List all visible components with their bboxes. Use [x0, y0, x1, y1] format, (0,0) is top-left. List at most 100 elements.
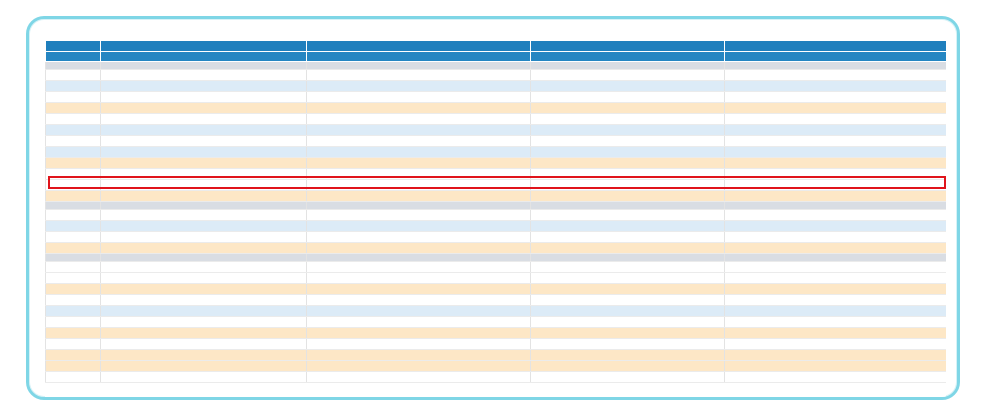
row-label — [724, 102, 946, 114]
table-row — [45, 231, 946, 243]
row-label — [724, 157, 946, 169]
value-restated-2 — [100, 253, 307, 262]
section-heading-row — [45, 209, 946, 221]
value-change-pct — [45, 305, 101, 317]
value-period-end — [530, 201, 725, 210]
value-restated-2 — [100, 124, 307, 136]
value-restated-1 — [306, 231, 531, 243]
table-row — [45, 305, 946, 317]
value-period-end — [530, 305, 725, 317]
value-period-end — [530, 135, 725, 147]
value-restated-2 — [100, 102, 307, 114]
value-change-pct — [45, 349, 101, 361]
value-restated-2 — [100, 349, 307, 361]
value-restated-2 — [100, 305, 307, 317]
value-restated-1 — [306, 316, 531, 328]
value-change-pct — [45, 261, 101, 273]
value-restated-2 — [100, 179, 307, 191]
value-restated-1 — [306, 80, 531, 92]
audit-status-pct-empty — [45, 51, 101, 62]
value-period-end — [530, 157, 725, 169]
audit-status-empty — [724, 51, 946, 62]
value-change-pct — [45, 124, 101, 136]
value-change-pct — [45, 91, 101, 103]
value-restated-1 — [306, 305, 531, 317]
table-row — [45, 316, 946, 328]
value-change-pct — [45, 146, 101, 158]
section-heading-row — [45, 69, 946, 81]
value-period-end — [530, 179, 725, 191]
value-change-pct — [45, 294, 101, 306]
value-restated-1 — [306, 242, 531, 254]
value-period-end — [530, 80, 725, 92]
value-restated-2 — [100, 371, 307, 383]
value-restated-2 — [100, 209, 307, 221]
value-restated-1 — [306, 261, 531, 273]
audit-status-period-end — [530, 51, 725, 62]
value-change-pct — [45, 209, 101, 221]
value-restated-1 — [306, 102, 531, 114]
table-row — [45, 371, 946, 383]
row-label — [724, 253, 946, 262]
value-restated-2 — [100, 272, 307, 284]
value-restated-1 — [306, 360, 531, 372]
value-restated-1 — [306, 253, 531, 262]
value-change-pct — [45, 360, 101, 372]
value-period-end — [530, 113, 725, 125]
value-restated-2 — [100, 91, 307, 103]
table-row — [45, 190, 946, 202]
value-restated-1 — [306, 190, 531, 202]
value-change-pct — [45, 102, 101, 114]
row-label — [724, 261, 946, 273]
value-change-pct — [45, 157, 101, 169]
value-restated-2 — [100, 327, 307, 339]
value-restated-1 — [306, 179, 531, 191]
row-label — [724, 305, 946, 317]
value-period-end — [530, 61, 725, 70]
value-restated-1 — [306, 201, 531, 210]
audit-status-row — [45, 51, 946, 62]
value-restated-2 — [100, 338, 307, 350]
value-restated-1 — [306, 220, 531, 232]
row-label — [724, 179, 946, 191]
table-row — [45, 283, 946, 295]
row-label — [724, 168, 946, 180]
section-heading-row — [45, 294, 946, 306]
value-restated-2 — [100, 190, 307, 202]
value-restated-2 — [100, 157, 307, 169]
statement-rows — [45, 61, 946, 383]
value-period-end — [530, 261, 725, 273]
value-restated-1 — [306, 371, 531, 383]
value-restated-1 — [306, 168, 531, 180]
value-restated-1 — [306, 113, 531, 125]
income-statement-table — [45, 40, 946, 383]
value-restated-1 — [306, 209, 531, 221]
value-change-pct — [45, 242, 101, 254]
row-label — [724, 80, 946, 92]
value-period-end — [530, 360, 725, 372]
value-restated-1 — [306, 327, 531, 339]
value-period-end — [530, 327, 725, 339]
value-restated-2 — [100, 113, 307, 125]
table-row — [45, 272, 946, 284]
header-restated-1 — [306, 40, 531, 52]
value-restated-2 — [100, 231, 307, 243]
value-period-end — [530, 231, 725, 243]
value-period-end — [530, 253, 725, 262]
value-change-pct — [45, 283, 101, 295]
header-row — [45, 40, 946, 52]
value-period-end — [530, 220, 725, 232]
value-restated-2 — [100, 220, 307, 232]
value-period-end — [530, 124, 725, 136]
table-row — [45, 327, 946, 339]
value-change-pct — [45, 80, 101, 92]
value-restated-1 — [306, 294, 531, 306]
table-row — [45, 91, 946, 103]
table-row — [45, 168, 946, 180]
value-restated-2 — [100, 69, 307, 81]
row-label — [724, 316, 946, 328]
row-label — [724, 338, 946, 350]
row-label — [724, 242, 946, 254]
row-label — [724, 61, 946, 70]
value-restated-2 — [100, 135, 307, 147]
